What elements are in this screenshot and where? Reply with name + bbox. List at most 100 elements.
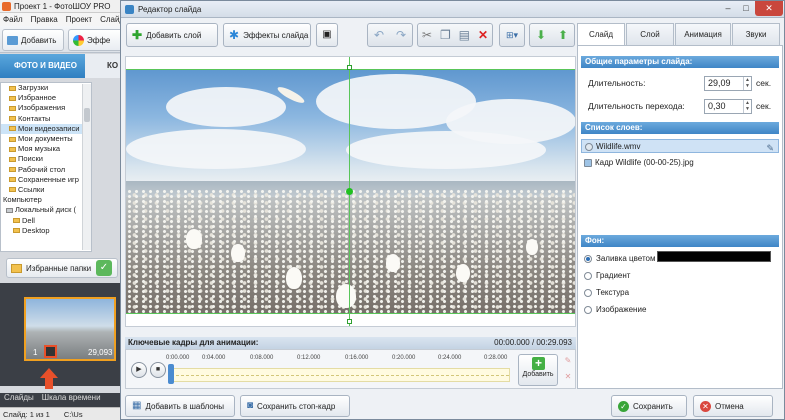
- folder-icon: [9, 156, 16, 162]
- transition-input[interactable]: 0,30 ▲ ▼: [704, 99, 752, 114]
- edit-keyframe-icon[interactable]: ✎: [563, 356, 573, 366]
- resize-handle-top[interactable]: [347, 65, 352, 70]
- minimize-icon[interactable]: –: [719, 1, 737, 16]
- tab-slides[interactable]: Слайды: [4, 393, 34, 407]
- tree-item-label: Ссылки: [18, 184, 45, 194]
- add-tab-button[interactable]: Добавить: [2, 29, 64, 51]
- photo-video-tab[interactable]: ФОТО И ВИДЕО КО: [0, 54, 120, 78]
- tree-item-label: Рабочий стол: [18, 164, 66, 174]
- tree-item[interactable]: Мои документы: [1, 134, 91, 144]
- bg-color-swatch[interactable]: [657, 251, 771, 262]
- slide-effects-button[interactable]: ✱ Эффекты слайда: [223, 23, 311, 47]
- save-label: Сохранить: [633, 401, 673, 411]
- tree-item[interactable]: Dell: [1, 215, 91, 225]
- close-icon[interactable]: ✕: [755, 1, 783, 16]
- tree-item[interactable]: Сохраненные игр: [1, 175, 91, 185]
- move-down-icon[interactable]: ⬇: [536, 29, 546, 41]
- fullscreen-button[interactable]: ▣: [316, 23, 338, 47]
- tab-slide[interactable]: Слайд: [577, 23, 625, 46]
- second-tab[interactable]: КО: [85, 54, 120, 78]
- maximize-icon[interactable]: □: [737, 1, 755, 16]
- palette-icon: [73, 34, 84, 46]
- tab-sounds-label: Звуки: [745, 30, 767, 39]
- tab-animation[interactable]: Анимация: [675, 23, 731, 45]
- background-section-header: Фон:: [581, 235, 779, 247]
- bg-option-image[interactable]: Изображение: [584, 304, 646, 316]
- zoom-dropdown[interactable]: ⊞▾: [499, 23, 525, 47]
- bg-option-texture[interactable]: Текстура: [584, 287, 629, 299]
- tree-item-label: Desktop: [22, 225, 50, 235]
- layer-item[interactable]: Кадр Wildlife (00-00-25).jpg: [581, 156, 779, 170]
- tab-sounds[interactable]: Звуки: [732, 23, 780, 45]
- tree-item[interactable]: Компьютер: [1, 195, 91, 205]
- folder-icon: [11, 263, 22, 273]
- ruler-label: 0:08.000: [250, 355, 274, 361]
- menu-edit[interactable]: Правка: [31, 13, 58, 26]
- edit-layer-icon[interactable]: ✎: [766, 141, 774, 155]
- pencil-icon[interactable]: [44, 345, 57, 358]
- copy-icon[interactable]: ❐: [440, 29, 451, 41]
- tree-item[interactable]: Контакты: [1, 114, 91, 124]
- play-button[interactable]: ▶: [131, 362, 147, 378]
- ruler-label: 0:12.000: [297, 355, 321, 361]
- delete-icon[interactable]: ✕: [478, 29, 488, 41]
- general-section-header: Общие параметры слайда:: [581, 56, 779, 68]
- save-button[interactable]: ✓ Сохранить: [611, 395, 687, 417]
- effects-star-icon: ✱: [229, 28, 240, 42]
- tree-scrollbar[interactable]: [82, 84, 91, 250]
- effects-tab-button[interactable]: Эффе: [68, 29, 120, 51]
- tree-item[interactable]: Моя музыка: [1, 144, 91, 154]
- redo-icon[interactable]: ↷: [396, 29, 406, 41]
- cut-icon[interactable]: ✂: [422, 29, 432, 41]
- property-panel: Общие параметры слайда: Длительность: 29…: [577, 45, 783, 389]
- tree-item-label: Избранное: [18, 93, 57, 103]
- move-up-icon[interactable]: ⬆: [558, 29, 568, 41]
- tree-item[interactable]: Загрузки: [1, 83, 91, 93]
- menu-file[interactable]: Файл: [3, 13, 23, 26]
- cancel-button[interactable]: ✕ Отмена: [693, 395, 773, 417]
- bg-option-fill[interactable]: Заливка цветом: [584, 253, 655, 265]
- resize-handle-bottom[interactable]: [347, 319, 352, 324]
- tree-item[interactable]: Ссылки: [1, 185, 91, 195]
- add-layer-button[interactable]: ✚ Добавить слой: [126, 23, 218, 47]
- tree-item-label: Мои видеозаписи: [18, 123, 80, 133]
- scroll-thumb[interactable]: [84, 108, 90, 122]
- duration-input[interactable]: 29,09 ▲ ▼: [704, 76, 752, 91]
- add-to-templates-button[interactable]: ▦ Добавить в шаблоны: [125, 395, 235, 417]
- add-green-icon[interactable]: ✓: [96, 260, 112, 276]
- tree-item[interactable]: Избранное: [1, 93, 91, 103]
- keyframe-track[interactable]: [170, 368, 510, 382]
- tree-item-selected[interactable]: Мои видеозаписи: [1, 123, 91, 134]
- ruler-label: 0:16.000: [345, 355, 369, 361]
- folder-icon: [7, 35, 18, 45]
- tree-item[interactable]: Изображения: [1, 103, 91, 113]
- playhead[interactable]: [168, 364, 174, 384]
- undo-icon[interactable]: ↶: [374, 29, 384, 41]
- spin-arrows-icon[interactable]: ▲ ▼: [743, 77, 751, 90]
- folder-tree[interactable]: Загрузки Избранное Изображения Контакты …: [0, 82, 92, 252]
- save-stopframe-button[interactable]: ◙ Сохранить стоп-кадр: [240, 395, 350, 417]
- menubar: Файл Правка Проект Слайд: [0, 13, 124, 26]
- menu-project[interactable]: Проект: [66, 13, 92, 26]
- statusbar: Слайд: 1 из 1 C:\Us: [0, 407, 120, 420]
- layer-item-selected[interactable]: Wildlife.wmv ✎: [581, 139, 779, 153]
- add-tab-label: Добавить: [21, 35, 57, 45]
- paste-icon[interactable]: ▤: [459, 29, 470, 41]
- spin-arrows-icon[interactable]: ▲ ▼: [743, 100, 751, 113]
- add-keyframe-button[interactable]: + Добавить: [518, 354, 558, 386]
- tree-item[interactable]: Desktop: [1, 226, 91, 236]
- tree-item[interactable]: Поиски: [1, 154, 91, 164]
- bg-option-label: Заливка цветом: [596, 254, 656, 263]
- delete-keyframe-icon[interactable]: ✕: [563, 372, 573, 382]
- stop-button[interactable]: ■: [150, 362, 166, 378]
- folder-icon: [9, 136, 16, 142]
- tab-layer[interactable]: Слой: [626, 23, 674, 45]
- effects-tab-label: Эффе: [87, 35, 111, 45]
- tree-item[interactable]: Рабочий стол: [1, 165, 91, 175]
- center-handle[interactable]: [346, 188, 353, 195]
- tab-timeline[interactable]: Шкала времени: [42, 393, 101, 407]
- layer-label: Wildlife.wmv: [596, 142, 641, 151]
- slide-canvas[interactable]: [125, 56, 576, 327]
- bg-option-gradient[interactable]: Градиент: [584, 270, 630, 282]
- tree-item[interactable]: Локальный диск (: [1, 205, 91, 215]
